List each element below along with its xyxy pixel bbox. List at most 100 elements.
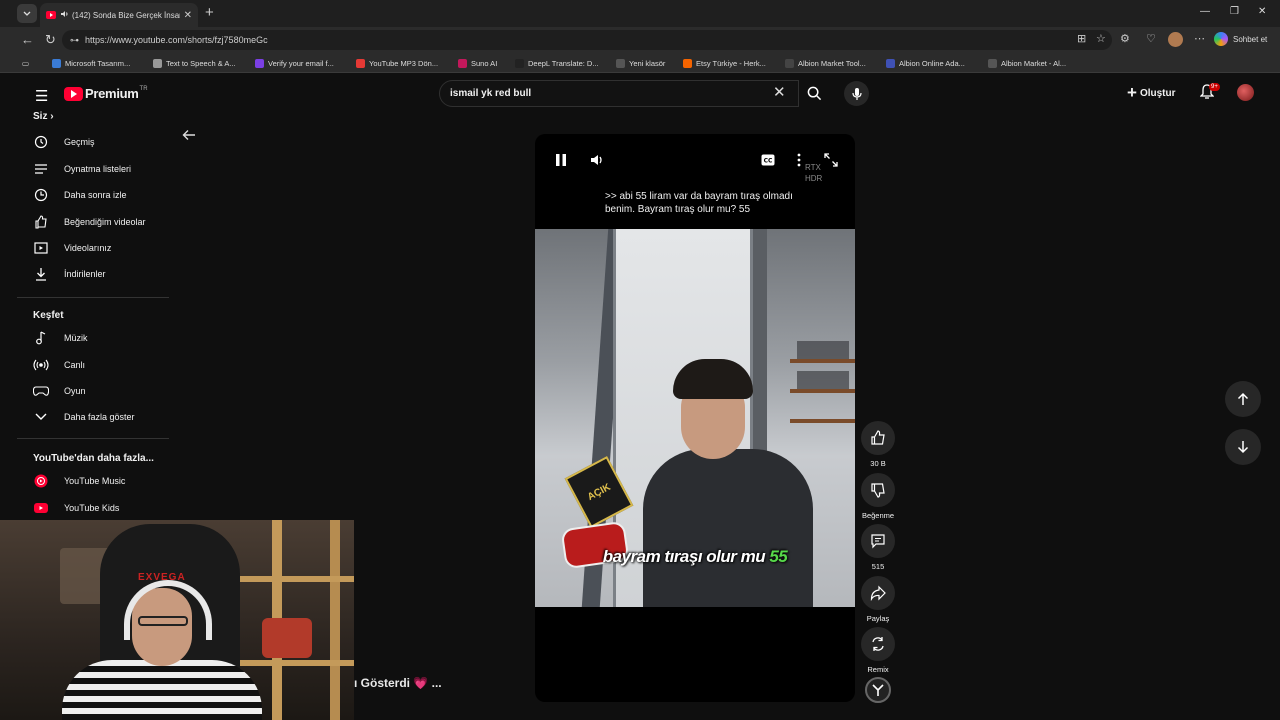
video-frame: AÇIK bayram tıraşı olur mu 55: [535, 229, 855, 607]
dislike-label: Beğenme: [861, 511, 895, 520]
arrow-up-icon: [1237, 392, 1249, 405]
minimize-button[interactable]: —: [1200, 6, 1210, 17]
chevron-down-icon: [23, 11, 31, 16]
wooden-shelf: [240, 660, 354, 666]
extensions-icon[interactable]: ⚙: [1120, 32, 1130, 45]
share-button[interactable]: [861, 576, 895, 610]
search-button[interactable]: [799, 80, 829, 107]
comments-button[interactable]: [861, 524, 895, 558]
plus-icon: +: [1127, 83, 1137, 102]
close-window-button[interactable]: ✕: [1258, 6, 1266, 17]
guide-menu-icon[interactable]: ☰: [35, 87, 48, 105]
search-input[interactable]: ismail yk red bull: [439, 80, 799, 107]
bookmark-manager-icon[interactable]: ▭: [22, 57, 29, 69]
previous-short-button[interactable]: [1225, 381, 1261, 417]
bookmark-item[interactable]: Albion Market Tool...: [785, 57, 866, 69]
sidebar-you-heading[interactable]: Siz ›: [33, 111, 54, 122]
bookmark-favicon-icon: [683, 58, 692, 68]
bookmark-item[interactable]: Text to Speech & A...: [153, 57, 236, 69]
history-icon: [33, 134, 49, 150]
create-button[interactable]: + Oluştur: [1127, 83, 1176, 103]
sidebar-item-watch-later[interactable]: Daha sonra izle: [17, 184, 169, 206]
copilot-button[interactable]: Sohbet et: [1214, 30, 1267, 48]
shorts-player[interactable]: CC RTX HDR >> abi 55 liram var da bayram…: [535, 134, 855, 702]
youtube-kids-icon: [33, 500, 49, 516]
like-count: 30 B: [870, 459, 886, 468]
sidebar-item-music[interactable]: Müzik: [17, 327, 169, 349]
comment-icon: [871, 534, 885, 549]
sidebar-item-label: Daha sonra izle: [64, 190, 127, 200]
your-videos-icon: [33, 240, 49, 256]
sidebar-item-youtube-music[interactable]: YouTube Music: [17, 470, 169, 492]
channel-avatar[interactable]: [865, 677, 891, 703]
like-button[interactable]: [861, 421, 895, 455]
live-icon: [33, 357, 49, 373]
sidebar-item-downloads[interactable]: İndirilenler: [17, 263, 169, 285]
bookmark-label: Yeni klasör: [629, 58, 666, 68]
voice-search-button[interactable]: [844, 81, 869, 106]
sidebar-item-label: Videolarınız: [64, 243, 112, 253]
pause-icon: [556, 154, 566, 166]
remix-button[interactable]: [861, 627, 895, 661]
thumbs-down-icon: [871, 483, 885, 498]
browser-tab-active[interactable]: (142) Sonda Bize Gerçek İnsan ✕: [40, 3, 198, 27]
restore-button[interactable]: ❐: [1230, 6, 1239, 17]
more-menu-icon[interactable]: ⋯: [1194, 32, 1205, 45]
next-short-button[interactable]: [1225, 429, 1261, 465]
sidebar-item-show-more[interactable]: Daha fazla göster: [17, 406, 169, 428]
clear-search-icon[interactable]: ✕: [773, 83, 786, 101]
glasses: [138, 616, 188, 626]
bookmark-item[interactable]: DeepL Translate: D...: [515, 57, 599, 69]
sidebar-item-label: Beğendiğim videolar: [64, 217, 146, 227]
back-button[interactable]: ←: [21, 32, 34, 48]
bookmark-item[interactable]: Albion Market - Al...: [988, 57, 1066, 69]
sidebar-item-label: Daha fazla göster: [64, 412, 135, 422]
back-arrow-icon[interactable]: [182, 128, 196, 146]
speaker-icon[interactable]: [60, 10, 69, 20]
more-options-icon[interactable]: [797, 153, 801, 172]
sidebar-divider: [17, 297, 169, 298]
sticker-text: AÇIK: [585, 481, 613, 503]
bookmark-item[interactable]: Suno AI: [458, 57, 497, 69]
new-tab-button[interactable]: +: [205, 4, 214, 22]
bookmark-item[interactable]: Verify your email f...: [255, 57, 334, 69]
sidebar-item-youtube-kids[interactable]: YouTube Kids: [17, 497, 169, 519]
bookmark-label: Text to Speech & A...: [166, 58, 236, 68]
fullscreen-icon[interactable]: [824, 153, 838, 172]
bookmark-item[interactable]: Albion Online Ada...: [886, 57, 965, 69]
browser-profile-avatar[interactable]: [1168, 32, 1183, 47]
account-avatar[interactable]: [1237, 84, 1254, 101]
bookmark-item[interactable]: Microsoft Tasarım...: [52, 57, 130, 69]
url-text: https://www.youtube.com/shorts/fzj7580me…: [85, 35, 268, 45]
reload-button[interactable]: ↻: [45, 32, 56, 48]
captions-button[interactable]: CC: [761, 153, 775, 171]
downloads-icon: [33, 266, 49, 282]
dislike-button[interactable]: [861, 473, 895, 507]
volume-button[interactable]: [590, 153, 604, 172]
chevron-right-icon: ›: [50, 111, 54, 122]
sidebar-item-label: Geçmiş: [64, 137, 95, 147]
tab-close-icon[interactable]: ✕: [184, 10, 192, 21]
sidebar-item-liked-videos[interactable]: Beğendiğim videolar: [17, 211, 169, 233]
bookmark-folder[interactable]: Yeni klasör: [616, 57, 665, 69]
sidebar-item-live[interactable]: Canlı: [17, 354, 169, 376]
url-field[interactable]: ⊶ https://www.youtube.com/shorts/fzj7580…: [62, 30, 1112, 50]
browser-essentials-icon[interactable]: ♡: [1146, 32, 1156, 45]
hair: [673, 359, 753, 399]
sidebar-item-your-videos[interactable]: Videolarınız: [17, 237, 169, 259]
app-available-icon[interactable]: ⊞: [1077, 32, 1086, 45]
tab-actions-menu-button[interactable]: [17, 4, 37, 23]
webcam-overlay: EXVEGA: [0, 520, 354, 720]
youtube-logo[interactable]: Premium TR: [64, 86, 148, 101]
favorite-star-icon[interactable]: ☆: [1096, 32, 1106, 45]
sidebar-item-label: YouTube Kids: [64, 503, 120, 513]
pause-button[interactable]: [555, 153, 567, 172]
bookmark-label: Etsy Türkiye - Herk...: [696, 58, 766, 68]
striped-shirt: [62, 660, 262, 720]
sidebar-item-playlists[interactable]: Oynatma listeleri: [17, 158, 169, 180]
sidebar-item-gaming[interactable]: Oyun: [17, 380, 169, 402]
bookmark-item[interactable]: Etsy Türkiye - Herk...: [683, 57, 766, 69]
site-info-icon[interactable]: ⊶: [70, 35, 79, 46]
bookmark-item[interactable]: YouTube MP3 Dön...: [356, 57, 438, 69]
sidebar-item-history[interactable]: Geçmiş: [17, 131, 169, 153]
